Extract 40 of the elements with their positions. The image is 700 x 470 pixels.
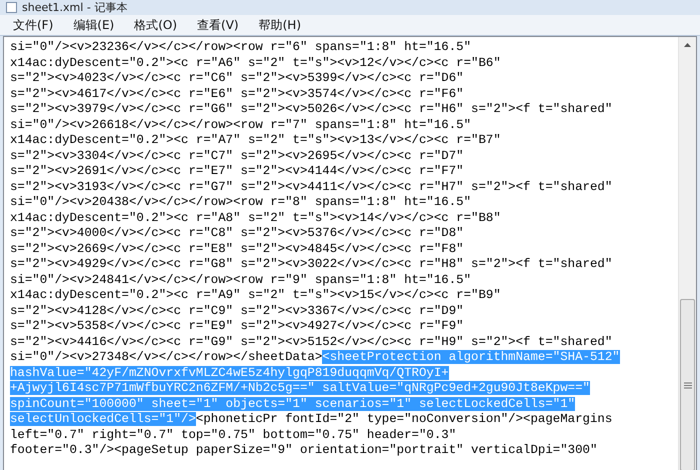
- code-text: s="2"><v>4617</v></c><c r="E6" s="2"><v>3574</v></c><c r="F6": [10, 86, 464, 100]
- grip-icon: [684, 382, 692, 388]
- menu-item[interactable]: 格式(O): [125, 16, 186, 34]
- code-text: left="0.7" right="0.7" top="0.75" bottom="0.75" header="0.3": [10, 428, 456, 442]
- text-area[interactable]: [3, 36, 697, 470]
- code-text: s="2"><v>4128</v></c><c r="C9" s="2"><v>3367</v></c><c r="D9": [10, 304, 464, 318]
- code-text: s="2"><v>3193</v></c><c r="G7" s="2"><v>4411</v></c><c r="H7" s="2"><f t="shared": [10, 180, 612, 194]
- scroll-thumb[interactable]: [680, 299, 695, 470]
- code-text: x14ac:dyDescent="0.2"><c r="A7" s="2" t="s"><v>13</v></c><c r="B7": [10, 133, 501, 147]
- code-text: x14ac:dyDescent="0.2"><c r="A9" s="2" t="s"><v>15</v></c><c r="B9": [10, 288, 501, 302]
- code-text: si="0"/><v>24841</v></c></row><row r="9" spans="1:8" ht="16.5": [10, 272, 472, 286]
- code-text: s="2"><v>2669</v></c><c r="E8" s="2"><v>4845</v></c><c r="F8": [10, 242, 464, 256]
- scrollbar[interactable]: [678, 37, 696, 470]
- menu-item[interactable]: 查看(V): [188, 16, 248, 34]
- code-text: s="2"><v>2691</v></c><c r="E7" s="2"><v>4144</v></c><c r="F7": [10, 164, 464, 178]
- menu-item[interactable]: 文件(F): [4, 16, 62, 34]
- selected-text: <sheetProtection algorithmName="SHA-512": [322, 350, 620, 364]
- code-text: s="2"><v>4000</v></c><c r="C8" s="2"><v>5376</v></c><c r="D8": [10, 226, 464, 240]
- code-text: si="0"/><v>27348</v></c></row></sheetData>: [10, 350, 322, 364]
- code-text: s="2"><v>4929</v></c><c r="G8" s="2"><v>3022</v></c><c r="H8" s="2"><f t="shared": [10, 257, 612, 271]
- code-text: s="2"><v>3304</v></c><c r="C7" s="2"><v>2695</v></c><c r="D7": [10, 148, 464, 162]
- code-text: footer="0.3"/><pageSetup paperSize="9" orientation="portrait" verticalDpi="300": [10, 443, 598, 457]
- menu-item[interactable]: 帮助(H): [250, 16, 310, 34]
- code-text: <phoneticPr fontId="2" type="noConversion"/><pageMargins: [196, 412, 612, 426]
- code-text: s="2"><v>5358</v></c><c r="E9" s="2"><v>4927</v></c><c r="F9": [10, 319, 464, 333]
- notepad-icon: [6, 2, 17, 13]
- code-text: s="2"><v>3979</v></c><c r="G6" s="2"><v>5026</v></c><c r="H6" s="2"><f t="shared": [10, 102, 612, 116]
- selected-text: spinCount="100000" sheet="1" objects="1" scenarios="1" selectLockedCells="1": [10, 396, 576, 410]
- code-text: x14ac:dyDescent="0.2"><c r="A6" s="2" t="s"><v>12</v></c><c r="B6": [10, 56, 501, 70]
- code-text: x14ac:dyDescent="0.2"><c r="A8" s="2" t="s"><v>14</v></c><c r="B8": [10, 210, 501, 224]
- code-text: s="2"><v>4416</v></c><c r="G9" s="2"><v>5152</v></c><c r="H9" s="2"><f t="shared": [10, 334, 612, 348]
- code-text: si="0"/><v>20438</v></c></row><row r="8" spans="1:8" ht="16.5": [10, 195, 472, 209]
- selected-text: hashValue="42yF/mZNOvrxfvMLZC4wE5z4hylgqP819duqqmVq/QTROyI+: [10, 366, 449, 380]
- selected-text: selectUnlockedCells="1"/>: [10, 412, 196, 426]
- code-text: si="0"/><v>26618</v></c></row><row r="7" spans="1:8" ht="16.5": [10, 118, 472, 132]
- code-text: si="0"/><v>23236</v></c></row><row r="6" spans="1:8" ht="16.5": [10, 40, 472, 54]
- window-title: sheet1.xml - 记事本: [22, 0, 128, 15]
- menu-item[interactable]: 编辑(E): [64, 16, 124, 34]
- selected-text: +Ajwyjl6I4sc7P71mWfbuYRC2n6ZFM/+Nb2c5g==" saltValue="qNRgPc9ed+2gu90Jt8eKpw==": [10, 381, 590, 395]
- code-text: s="2"><v>4023</v></c><c r="C6" s="2"><v>5399</v></c><c r="D6": [10, 71, 464, 85]
